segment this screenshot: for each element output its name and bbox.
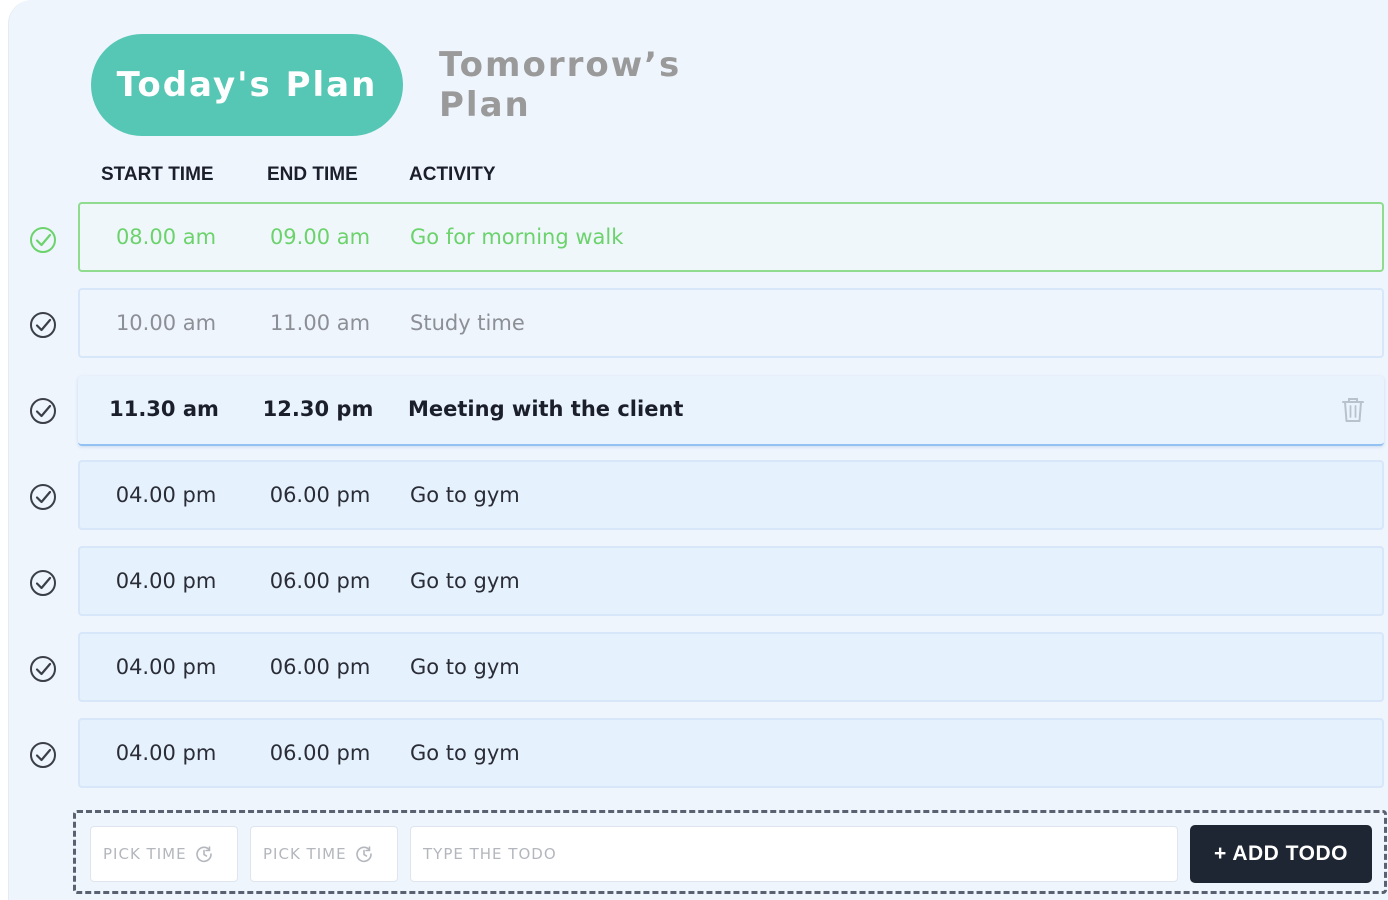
pick-time-placeholder: PICK TIME (263, 845, 347, 863)
check-circle-icon[interactable] (28, 740, 58, 770)
row-activity: Go to gym (410, 655, 520, 679)
pick-start-time-field[interactable]: PICK TIME (90, 826, 238, 882)
row-activity: Study time (410, 311, 525, 335)
todo-row[interactable]: 04.00 pm 06.00 pm Go to gym (78, 460, 1384, 530)
row-activity: Go to gym (410, 741, 520, 765)
row-end-time: 06.00 pm (269, 569, 371, 593)
tab-todays-plan[interactable]: Today's Plan (91, 34, 403, 136)
check-circle-icon[interactable] (28, 654, 58, 684)
check-circle-icon[interactable] (28, 225, 58, 255)
check-circle-icon[interactable] (28, 568, 58, 598)
tab-tomorrows-plan[interactable]: Tomorrow’s Plan (439, 34, 779, 136)
check-circle-icon[interactable] (28, 310, 58, 340)
row-end-time: 06.00 pm (269, 655, 371, 679)
check-circle-icon[interactable] (28, 396, 58, 426)
todo-row[interactable]: 04.00 pm 06.00 pm Go to gym (78, 546, 1384, 616)
todo-row[interactable]: 10.00 am 11.00 am Study time (78, 288, 1384, 358)
row-end-time: 11.00 am (269, 311, 371, 335)
todo-row[interactable]: 04.00 pm 06.00 pm Go to gym (78, 632, 1384, 702)
row-activity: Go to gym (410, 569, 520, 593)
pick-end-time-field[interactable]: PICK TIME (250, 826, 398, 882)
trash-icon[interactable] (1340, 396, 1366, 424)
pick-time-placeholder: PICK TIME (103, 845, 187, 863)
clock-icon (355, 845, 373, 863)
row-end-time: 09.00 am (269, 225, 371, 249)
column-header-activity: ACTIVITY (409, 164, 496, 185)
row-start-time: 04.00 pm (115, 483, 217, 507)
todo-row[interactable]: 04.00 pm 06.00 pm Go to gym (78, 718, 1384, 788)
row-activity: Meeting with the client (408, 397, 684, 421)
row-end-time: 06.00 pm (269, 741, 371, 765)
row-start-time: 04.00 pm (115, 569, 217, 593)
row-start-time: 08.00 am (115, 225, 217, 249)
planner-panel: Today's Plan Tomorrow’s Plan START TIME … (8, 0, 1388, 900)
row-start-time: 04.00 pm (115, 655, 217, 679)
column-header-start-time: START TIME (101, 164, 214, 185)
todo-row[interactable]: 08.00 am 09.00 am Go for morning walk (78, 202, 1384, 272)
clock-icon (195, 845, 213, 863)
row-activity: Go for morning walk (410, 225, 624, 249)
add-todo-button[interactable]: + ADD TODO (1190, 825, 1372, 883)
add-todo-form: PICK TIME PICK TIME TYPE THE TODO + ADD … (73, 810, 1387, 894)
row-start-time: 11.30 am (109, 397, 219, 421)
todo-row[interactable]: 11.30 am 12.30 pm Meeting with the clien… (78, 376, 1384, 446)
row-start-time: 10.00 am (115, 311, 217, 335)
row-activity: Go to gym (410, 483, 520, 507)
row-start-time: 04.00 pm (115, 741, 217, 765)
todo-input-placeholder: TYPE THE TODO (423, 845, 557, 863)
row-end-time: 12.30 pm (262, 397, 374, 421)
column-header-end-time: END TIME (267, 164, 358, 185)
row-end-time: 06.00 pm (269, 483, 371, 507)
check-circle-icon[interactable] (28, 482, 58, 512)
todo-input[interactable]: TYPE THE TODO (410, 826, 1178, 882)
